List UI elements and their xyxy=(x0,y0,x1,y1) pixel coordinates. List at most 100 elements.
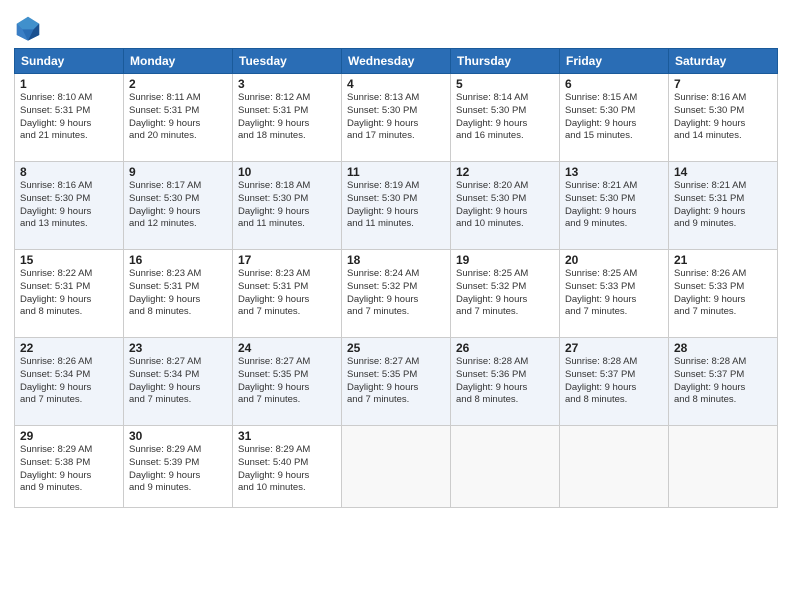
weekday-header: Wednesday xyxy=(342,49,451,74)
day-number: 6 xyxy=(565,77,663,91)
day-info: Sunrise: 8:14 AMSunset: 5:30 PMDaylight:… xyxy=(456,92,554,143)
calendar-cell: 6Sunrise: 8:15 AMSunset: 5:30 PMDaylight… xyxy=(560,74,669,162)
calendar-cell: 4Sunrise: 8:13 AMSunset: 5:30 PMDaylight… xyxy=(342,74,451,162)
day-number: 18 xyxy=(347,253,445,267)
day-number: 24 xyxy=(238,341,336,355)
weekday-header: Saturday xyxy=(669,49,778,74)
calendar-cell: 26Sunrise: 8:28 AMSunset: 5:36 PMDayligh… xyxy=(451,338,560,426)
day-info: Sunrise: 8:10 AMSunset: 5:31 PMDaylight:… xyxy=(20,92,118,143)
day-info: Sunrise: 8:24 AMSunset: 5:32 PMDaylight:… xyxy=(347,268,445,319)
calendar-cell xyxy=(560,426,669,508)
calendar-cell: 7Sunrise: 8:16 AMSunset: 5:30 PMDaylight… xyxy=(669,74,778,162)
calendar-cell xyxy=(342,426,451,508)
calendar-cell: 16Sunrise: 8:23 AMSunset: 5:31 PMDayligh… xyxy=(124,250,233,338)
calendar-cell: 24Sunrise: 8:27 AMSunset: 5:35 PMDayligh… xyxy=(233,338,342,426)
day-number: 31 xyxy=(238,429,336,443)
day-number: 5 xyxy=(456,77,554,91)
weekday-header: Thursday xyxy=(451,49,560,74)
logo xyxy=(14,14,44,42)
calendar-cell: 1Sunrise: 8:10 AMSunset: 5:31 PMDaylight… xyxy=(15,74,124,162)
day-number: 29 xyxy=(20,429,118,443)
day-number: 20 xyxy=(565,253,663,267)
day-info: Sunrise: 8:29 AMSunset: 5:38 PMDaylight:… xyxy=(20,444,118,495)
weekday-header: Sunday xyxy=(15,49,124,74)
day-number: 25 xyxy=(347,341,445,355)
calendar-cell: 31Sunrise: 8:29 AMSunset: 5:40 PMDayligh… xyxy=(233,426,342,508)
day-info: Sunrise: 8:28 AMSunset: 5:37 PMDaylight:… xyxy=(674,356,772,407)
day-info: Sunrise: 8:27 AMSunset: 5:35 PMDaylight:… xyxy=(238,356,336,407)
day-number: 13 xyxy=(565,165,663,179)
calendar-cell: 11Sunrise: 8:19 AMSunset: 5:30 PMDayligh… xyxy=(342,162,451,250)
calendar-cell: 9Sunrise: 8:17 AMSunset: 5:30 PMDaylight… xyxy=(124,162,233,250)
day-number: 22 xyxy=(20,341,118,355)
calendar: SundayMondayTuesdayWednesdayThursdayFrid… xyxy=(14,48,778,508)
day-info: Sunrise: 8:20 AMSunset: 5:30 PMDaylight:… xyxy=(456,180,554,231)
day-number: 12 xyxy=(456,165,554,179)
day-info: Sunrise: 8:23 AMSunset: 5:31 PMDaylight:… xyxy=(129,268,227,319)
calendar-cell xyxy=(451,426,560,508)
day-info: Sunrise: 8:28 AMSunset: 5:37 PMDaylight:… xyxy=(565,356,663,407)
calendar-cell: 30Sunrise: 8:29 AMSunset: 5:39 PMDayligh… xyxy=(124,426,233,508)
day-number: 23 xyxy=(129,341,227,355)
calendar-cell: 20Sunrise: 8:25 AMSunset: 5:33 PMDayligh… xyxy=(560,250,669,338)
day-info: Sunrise: 8:13 AMSunset: 5:30 PMDaylight:… xyxy=(347,92,445,143)
day-info: Sunrise: 8:17 AMSunset: 5:30 PMDaylight:… xyxy=(129,180,227,231)
page: SundayMondayTuesdayWednesdayThursdayFrid… xyxy=(0,0,792,612)
calendar-cell: 21Sunrise: 8:26 AMSunset: 5:33 PMDayligh… xyxy=(669,250,778,338)
day-info: Sunrise: 8:18 AMSunset: 5:30 PMDaylight:… xyxy=(238,180,336,231)
calendar-cell: 12Sunrise: 8:20 AMSunset: 5:30 PMDayligh… xyxy=(451,162,560,250)
calendar-cell xyxy=(669,426,778,508)
calendar-cell: 19Sunrise: 8:25 AMSunset: 5:32 PMDayligh… xyxy=(451,250,560,338)
day-number: 7 xyxy=(674,77,772,91)
day-number: 3 xyxy=(238,77,336,91)
day-info: Sunrise: 8:21 AMSunset: 5:30 PMDaylight:… xyxy=(565,180,663,231)
day-number: 26 xyxy=(456,341,554,355)
day-number: 10 xyxy=(238,165,336,179)
day-info: Sunrise: 8:25 AMSunset: 5:33 PMDaylight:… xyxy=(565,268,663,319)
day-number: 15 xyxy=(20,253,118,267)
calendar-cell: 14Sunrise: 8:21 AMSunset: 5:31 PMDayligh… xyxy=(669,162,778,250)
logo-icon xyxy=(14,14,42,42)
calendar-cell: 10Sunrise: 8:18 AMSunset: 5:30 PMDayligh… xyxy=(233,162,342,250)
day-info: Sunrise: 8:27 AMSunset: 5:34 PMDaylight:… xyxy=(129,356,227,407)
day-number: 28 xyxy=(674,341,772,355)
day-info: Sunrise: 8:21 AMSunset: 5:31 PMDaylight:… xyxy=(674,180,772,231)
day-number: 8 xyxy=(20,165,118,179)
day-number: 1 xyxy=(20,77,118,91)
calendar-cell: 25Sunrise: 8:27 AMSunset: 5:35 PMDayligh… xyxy=(342,338,451,426)
calendar-cell: 8Sunrise: 8:16 AMSunset: 5:30 PMDaylight… xyxy=(15,162,124,250)
calendar-cell: 17Sunrise: 8:23 AMSunset: 5:31 PMDayligh… xyxy=(233,250,342,338)
day-number: 17 xyxy=(238,253,336,267)
day-info: Sunrise: 8:26 AMSunset: 5:34 PMDaylight:… xyxy=(20,356,118,407)
weekday-header: Friday xyxy=(560,49,669,74)
day-info: Sunrise: 8:29 AMSunset: 5:39 PMDaylight:… xyxy=(129,444,227,495)
calendar-cell: 15Sunrise: 8:22 AMSunset: 5:31 PMDayligh… xyxy=(15,250,124,338)
calendar-cell: 22Sunrise: 8:26 AMSunset: 5:34 PMDayligh… xyxy=(15,338,124,426)
day-info: Sunrise: 8:15 AMSunset: 5:30 PMDaylight:… xyxy=(565,92,663,143)
day-info: Sunrise: 8:11 AMSunset: 5:31 PMDaylight:… xyxy=(129,92,227,143)
weekday-header: Monday xyxy=(124,49,233,74)
day-number: 21 xyxy=(674,253,772,267)
day-info: Sunrise: 8:26 AMSunset: 5:33 PMDaylight:… xyxy=(674,268,772,319)
day-number: 19 xyxy=(456,253,554,267)
calendar-cell: 29Sunrise: 8:29 AMSunset: 5:38 PMDayligh… xyxy=(15,426,124,508)
calendar-cell: 23Sunrise: 8:27 AMSunset: 5:34 PMDayligh… xyxy=(124,338,233,426)
calendar-cell: 18Sunrise: 8:24 AMSunset: 5:32 PMDayligh… xyxy=(342,250,451,338)
calendar-cell: 27Sunrise: 8:28 AMSunset: 5:37 PMDayligh… xyxy=(560,338,669,426)
day-number: 30 xyxy=(129,429,227,443)
day-info: Sunrise: 8:16 AMSunset: 5:30 PMDaylight:… xyxy=(20,180,118,231)
day-info: Sunrise: 8:28 AMSunset: 5:36 PMDaylight:… xyxy=(456,356,554,407)
day-info: Sunrise: 8:12 AMSunset: 5:31 PMDaylight:… xyxy=(238,92,336,143)
calendar-cell: 2Sunrise: 8:11 AMSunset: 5:31 PMDaylight… xyxy=(124,74,233,162)
weekday-header: Tuesday xyxy=(233,49,342,74)
day-number: 16 xyxy=(129,253,227,267)
day-number: 27 xyxy=(565,341,663,355)
header xyxy=(14,10,778,42)
calendar-cell: 3Sunrise: 8:12 AMSunset: 5:31 PMDaylight… xyxy=(233,74,342,162)
day-number: 2 xyxy=(129,77,227,91)
calendar-cell: 13Sunrise: 8:21 AMSunset: 5:30 PMDayligh… xyxy=(560,162,669,250)
day-info: Sunrise: 8:19 AMSunset: 5:30 PMDaylight:… xyxy=(347,180,445,231)
day-info: Sunrise: 8:25 AMSunset: 5:32 PMDaylight:… xyxy=(456,268,554,319)
day-info: Sunrise: 8:16 AMSunset: 5:30 PMDaylight:… xyxy=(674,92,772,143)
day-number: 9 xyxy=(129,165,227,179)
